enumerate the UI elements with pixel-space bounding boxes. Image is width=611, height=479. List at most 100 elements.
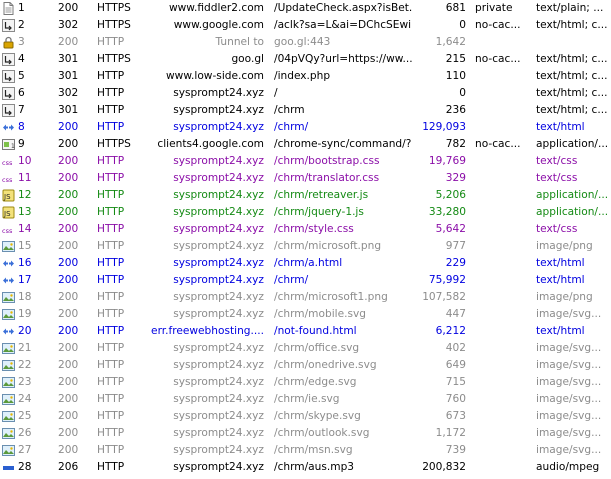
- session-row[interactable]: JS 12 200 HTTP sysprompt24.xyz/chrm/retreave…: [0, 187, 611, 204]
- result-code: 206: [58, 461, 79, 473]
- caching: [475, 187, 531, 204]
- caching: [475, 221, 531, 238]
- session-number: 6: [18, 87, 25, 99]
- host: Tunnel to: [215, 36, 264, 48]
- host: err.freewebhosting....: [151, 325, 264, 337]
- caching: [475, 442, 531, 459]
- session-row[interactable]: 6 302 HTTP sysprompt24.xyz/0 text/html; c...: [0, 85, 611, 102]
- session-row[interactable]: 20 200 HTTP err.freewebhosting..../not-foun…: [0, 323, 611, 340]
- session-row[interactable]: 8 200 HTTP sysprompt24.xyz/chrm/129,093 text…: [0, 119, 611, 136]
- result-code: 200: [58, 257, 79, 269]
- session-row[interactable]: 21 200 HTTP sysprompt24.xyz/chrm/office.svg…: [0, 340, 611, 357]
- session-row[interactable]: 24 200 HTTP sysprompt24.xyz/chrm/ie.svg 760 i…: [0, 391, 611, 408]
- url: /chrm/jquery-1.js: [274, 206, 364, 218]
- session-number: 18: [18, 291, 32, 303]
- script-icon: JS: [2, 187, 18, 204]
- url: /chrm/ie.svg: [274, 393, 340, 405]
- session-row[interactable]: 26 200 HTTP sysprompt24.xyz/chrm/outlook.sv…: [0, 425, 611, 442]
- session-row[interactable]: 27 200 HTTP sysprompt24.xyz/chrm/msn.svg 739…: [0, 442, 611, 459]
- session-row[interactable]: 7 301 HTTP sysprompt24.xyz/chrm 236 text/html…: [0, 102, 611, 119]
- session-row[interactable]: 1 9 200 HTTPS clients4.google.com/chrome-syn…: [0, 136, 611, 153]
- redirect-icon: [2, 85, 18, 102]
- session-row[interactable]: 19 200 HTTP sysprompt24.xyz/chrm/mobile.svg…: [0, 306, 611, 323]
- result-code: 200: [58, 376, 79, 388]
- content-type: text/html: [536, 121, 585, 133]
- session-row[interactable]: 25 200 HTTP sysprompt24.xyz/chrm/skype.svg 6…: [0, 408, 611, 425]
- content-type: image/svg...: [536, 444, 602, 456]
- session-row[interactable]: 18 200 HTTP sysprompt24.xyz/chrm/microsoft1…: [0, 289, 611, 306]
- url: /chrm/a.html: [274, 257, 343, 269]
- body-size: 402: [445, 342, 466, 354]
- content-type: image/svg...: [536, 308, 602, 320]
- session-row[interactable]: 16 200 HTTP sysprompt24.xyz/chrm/a.html 229 t…: [0, 255, 611, 272]
- caching: private: [475, 2, 513, 14]
- url: /chrm/: [274, 121, 309, 133]
- body-size: 200,832: [422, 461, 466, 473]
- session-number: 15: [18, 240, 32, 252]
- content-type: image/svg...: [536, 427, 602, 439]
- url: /chrm/retreaver.js: [274, 189, 369, 201]
- caching: [475, 289, 531, 306]
- caching: [475, 408, 531, 425]
- body-size: 673: [445, 410, 466, 422]
- caching: [475, 272, 531, 289]
- caching: [475, 340, 531, 357]
- session-row[interactable]: 28 206 HTTP sysprompt24.xyz/chrm/aus.mp3 200…: [0, 459, 611, 476]
- url: /chrm/style.css: [274, 223, 354, 235]
- result-code: 302: [58, 19, 79, 31]
- session-row[interactable]: 4 301 HTTPS goo.gl/04pVQy?url=https://ww...…: [0, 51, 611, 68]
- session-number: 9: [18, 138, 25, 150]
- url: goo.gl:443: [274, 36, 331, 48]
- host: sysprompt24.xyz: [173, 461, 264, 473]
- content-type: text/css: [536, 223, 578, 235]
- content-type: image/svg...: [536, 393, 602, 405]
- url: /chrm/outlook.svg: [274, 427, 370, 439]
- session-number: 28: [18, 461, 32, 473]
- sessions-list[interactable]: 1 200 HTTPS www.fiddler2.com/UpdateCheck.as…: [0, 0, 611, 479]
- session-row[interactable]: 5 301 HTTP www.low-side.com/index.php 110 tex…: [0, 68, 611, 85]
- session-row[interactable]: 3 200 HTTP Tunnel to goo.gl:443 1,642: [0, 34, 611, 51]
- result-code: 200: [58, 274, 79, 286]
- session-row[interactable]: css 11 200 HTTP sysprompt24.xyz/chrm/transla…: [0, 170, 611, 187]
- redirect-icon: [2, 51, 18, 68]
- session-row[interactable]: 22 200 HTTP sysprompt24.xyz/chrm/onedrive.s…: [0, 357, 611, 374]
- session-row[interactable]: 23 200 HTTP sysprompt24.xyz/chrm/edge.svg 71…: [0, 374, 611, 391]
- content-type: text/html: [536, 325, 585, 337]
- body-size: 229: [445, 257, 466, 269]
- host: sysprompt24.xyz: [173, 274, 264, 286]
- caching: [475, 425, 531, 442]
- session-row[interactable]: JS 13 200 HTTP sysprompt24.xyz/chrm/jquery-1…: [0, 204, 611, 221]
- body-size: 1,642: [435, 36, 466, 48]
- session-row[interactable]: css 10 200 HTTP sysprompt24.xyz/chrm/bootstr…: [0, 153, 611, 170]
- url: /chrm/translator.css: [274, 172, 380, 184]
- result-code: 301: [58, 104, 79, 116]
- session-number: 3: [18, 36, 25, 48]
- body-size: 6,212: [435, 325, 466, 337]
- session-number: 19: [18, 308, 32, 320]
- session-row[interactable]: 1 200 HTTPS www.fiddler2.com/UpdateCheck.as…: [0, 0, 611, 17]
- host: www.google.com: [173, 19, 264, 31]
- url: /index.php: [274, 70, 331, 82]
- url: /aclk?sa=L&ai=DChcSEwi...: [274, 19, 412, 31]
- image-icon: [2, 374, 18, 391]
- session-number: 8: [18, 121, 25, 133]
- content-type: text/html: [536, 257, 585, 269]
- session-row[interactable]: 17 200 HTTP sysprompt24.xyz/chrm/75,992 text…: [0, 272, 611, 289]
- session-row[interactable]: 15 200 HTTP sysprompt24.xyz/chrm/microsoft.…: [0, 238, 611, 255]
- caching: [475, 374, 531, 391]
- url: /chrm/edge.svg: [274, 376, 357, 388]
- session-number: 24: [18, 393, 32, 405]
- content-type: image/svg...: [536, 359, 602, 371]
- audio-icon: [2, 459, 18, 476]
- redirect-icon: [2, 17, 18, 34]
- session-row[interactable]: 2 302 HTTPS www.google.com/aclk?sa=L&ai=DCh…: [0, 17, 611, 34]
- session-row[interactable]: css 14 200 HTTP sysprompt24.xyz/chrm/style.c…: [0, 221, 611, 238]
- svg-text:css: css: [2, 227, 13, 235]
- session-number: 7: [18, 104, 25, 116]
- host: clients4.google.com: [157, 138, 264, 150]
- image-icon: [2, 408, 18, 425]
- caching: [475, 34, 531, 51]
- body-size: 447: [445, 308, 466, 320]
- session-number: 21: [18, 342, 32, 354]
- session-number: 16: [18, 257, 32, 269]
